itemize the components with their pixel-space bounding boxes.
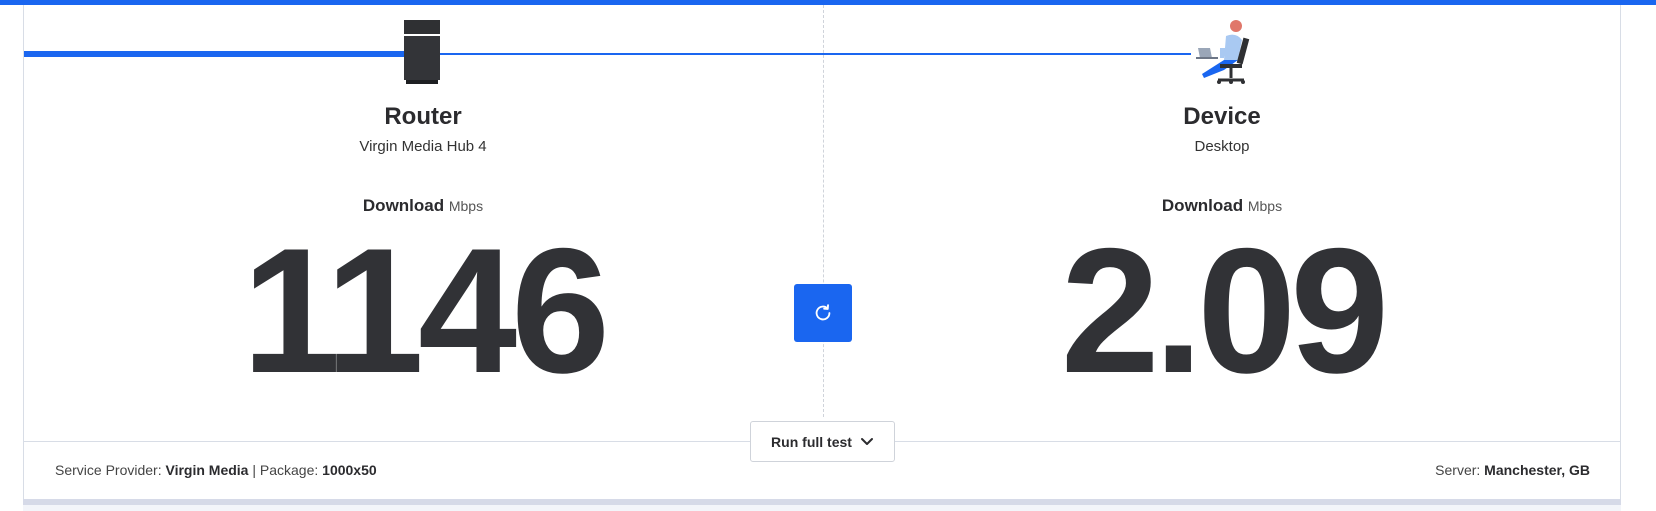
- router-icon: [404, 20, 440, 84]
- run-full-test-label: Run full test: [771, 433, 852, 450]
- provider-label: Service Provider:: [55, 462, 162, 478]
- refresh-icon: [815, 304, 831, 321]
- chevron-down-icon: [860, 437, 873, 445]
- footer-server-info: Server: Manchester, GB: [1435, 462, 1590, 478]
- footer-separator: |: [252, 462, 256, 478]
- server-value: Manchester, GB: [1484, 462, 1590, 478]
- router-title: Router: [384, 103, 462, 130]
- device-download-value: 2.09: [1060, 211, 1389, 410]
- person-at-desk-icon: [1196, 20, 1250, 84]
- provider-value: Virgin Media: [165, 462, 249, 478]
- router-download-value: 1146: [241, 211, 610, 410]
- run-full-test-button[interactable]: Run full test: [750, 421, 895, 462]
- center-divider: [823, 5, 824, 417]
- refresh-button[interactable]: [794, 284, 852, 342]
- connection-line-device: [409, 53, 1191, 55]
- router-model: Virgin Media Hub 4: [359, 138, 487, 155]
- device-title: Device: [1183, 103, 1261, 130]
- device-type: Desktop: [1194, 138, 1250, 155]
- footer-provider-info: Service Provider: Virgin Media | Package…: [55, 462, 377, 478]
- connection-line-router: [24, 51, 409, 57]
- package-value: 1000x50: [322, 462, 377, 478]
- bottom-background: [23, 505, 1621, 511]
- server-label: Server:: [1435, 462, 1481, 478]
- package-label: Package:: [259, 462, 319, 478]
